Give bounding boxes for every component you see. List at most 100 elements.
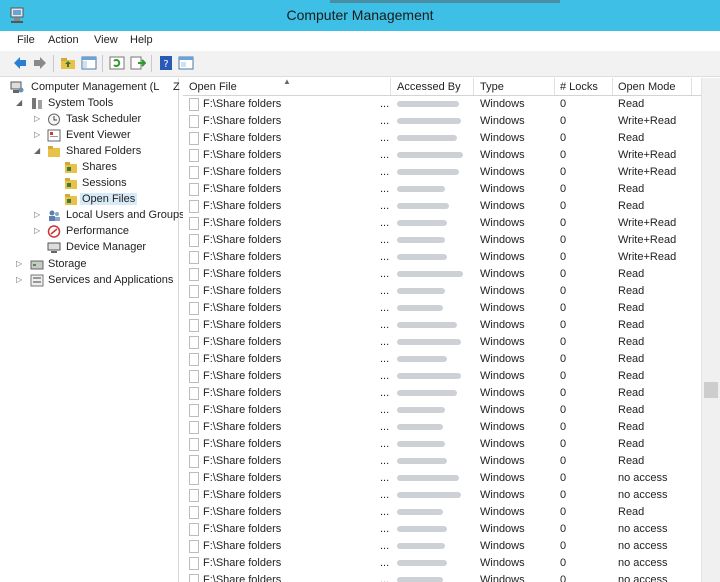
- table-row[interactable]: F:\Share folders... Windows 0 no access: [183, 470, 701, 487]
- back-arrow-icon[interactable]: [12, 55, 28, 71]
- vertical-scrollbar[interactable]: [701, 78, 720, 582]
- menu-file[interactable]: File: [17, 34, 35, 46]
- tree-item-performance[interactable]: ▷ Performance: [8, 224, 178, 240]
- column-divider[interactable]: [390, 78, 391, 95]
- redacted-user: [397, 288, 445, 294]
- column-header-open-mode[interactable]: Open Mode: [618, 81, 675, 93]
- file-icon: [189, 234, 199, 247]
- table-row[interactable]: F:\Share folders... Windows 0 Read: [183, 266, 701, 283]
- table-row[interactable]: F:\Share folders... Windows 0 Read: [183, 436, 701, 453]
- toolbar-separator: [102, 55, 103, 72]
- column-divider[interactable]: [691, 78, 692, 95]
- table-row[interactable]: F:\Share folders... Windows 0 Write+Read: [183, 147, 701, 164]
- table-row[interactable]: F:\Share folders... Windows 0 Read: [183, 317, 701, 334]
- open-file-path: F:\Share folders: [203, 98, 282, 110]
- expanded-arrow-icon[interactable]: ◢: [34, 146, 42, 155]
- table-row[interactable]: F:\Share folders... Windows 0 Read: [183, 351, 701, 368]
- open-file-path: F:\Share folders: [203, 540, 282, 552]
- truncation-ellipsis: ...: [380, 319, 390, 331]
- services-icon: [30, 274, 44, 287]
- table-row[interactable]: F:\Share folders... Windows 0 Write+Read: [183, 164, 701, 181]
- file-icon: [189, 98, 199, 111]
- collapsed-arrow-icon[interactable]: ▷: [34, 130, 42, 139]
- truncation-ellipsis: ...: [380, 166, 390, 178]
- collapsed-arrow-icon[interactable]: ▷: [34, 226, 42, 235]
- menu-action[interactable]: Action: [48, 34, 79, 46]
- table-row[interactable]: F:\Share folders... Windows 0 Read: [183, 334, 701, 351]
- export-list-icon[interactable]: [130, 55, 146, 71]
- table-row[interactable]: F:\Share folders... Windows 0 Read: [183, 130, 701, 147]
- table-row[interactable]: F:\Share folders... Windows 0 Read: [183, 368, 701, 385]
- redacted-user: [397, 169, 459, 175]
- scrollbar-thumb[interactable]: [704, 382, 718, 398]
- tree-item-shares[interactable]: Shares: [8, 160, 178, 176]
- forward-arrow-icon[interactable]: [32, 55, 48, 71]
- tree-item-sessions[interactable]: Sessions: [8, 176, 178, 192]
- truncation-ellipsis: ...: [380, 506, 390, 518]
- up-folder-icon[interactable]: [60, 55, 76, 71]
- table-row[interactable]: F:\Share folders... Windows 0 no access: [183, 555, 701, 572]
- collapsed-arrow-icon[interactable]: ▷: [16, 259, 24, 268]
- table-row[interactable]: F:\Share folders... Windows 0 Read: [183, 198, 701, 215]
- table-row[interactable]: F:\Share folders... Windows 0 Read: [183, 181, 701, 198]
- file-type: Windows: [480, 98, 525, 110]
- file-type: Windows: [480, 506, 525, 518]
- table-row[interactable]: F:\Share folders... Windows 0 Read: [183, 504, 701, 521]
- shares-folder-icon: [65, 162, 77, 173]
- truncation-ellipsis: ...: [380, 574, 390, 582]
- open-mode: no access: [618, 472, 668, 484]
- refresh-icon[interactable]: [109, 55, 125, 71]
- collapsed-arrow-icon[interactable]: ▷: [16, 275, 24, 284]
- redacted-user: [397, 101, 459, 107]
- tree-item-shared-folders[interactable]: ◢ Shared Folders: [8, 144, 178, 160]
- tree-item-event-viewer[interactable]: ▷ Event Viewer: [8, 128, 178, 144]
- table-row[interactable]: F:\Share folders... Windows 0 Read: [183, 385, 701, 402]
- file-type: Windows: [480, 557, 525, 569]
- tree-item-local-users[interactable]: ▷ Local Users and Groups: [8, 208, 185, 224]
- table-row[interactable]: F:\Share folders... Windows 0 no access: [183, 572, 701, 582]
- collapsed-arrow-icon[interactable]: ▷: [34, 210, 42, 219]
- menu-view[interactable]: View: [94, 34, 118, 46]
- svg-text:?: ?: [163, 59, 168, 70]
- table-row[interactable]: F:\Share folders... Windows 0 Read: [183, 300, 701, 317]
- open-file-path: F:\Share folders: [203, 557, 282, 569]
- column-divider[interactable]: [612, 78, 613, 95]
- tree-item-system-tools[interactable]: ◢ System Tools: [8, 96, 178, 112]
- table-row[interactable]: F:\Share folders... Windows 0 Write+Read: [183, 232, 701, 249]
- table-row[interactable]: F:\Share folders... Windows 0 Read: [183, 419, 701, 436]
- column-divider[interactable]: [554, 78, 555, 95]
- collapsed-arrow-icon[interactable]: ▷: [34, 114, 42, 123]
- console-view-icon[interactable]: [178, 55, 194, 71]
- help-icon[interactable]: ?: [158, 55, 174, 71]
- tree-item-device-manager[interactable]: Device Manager: [8, 240, 178, 256]
- column-header-type[interactable]: Type: [480, 81, 504, 93]
- table-row[interactable]: F:\Share folders... Windows 0 Write+Read: [183, 249, 701, 266]
- column-header-open-file[interactable]: Open File: [189, 81, 237, 93]
- redacted-user: [397, 441, 445, 447]
- tree-item-storage[interactable]: ▷ Storage: [8, 257, 178, 273]
- open-mode: Read: [618, 302, 645, 314]
- expanded-arrow-icon[interactable]: ◢: [16, 98, 24, 107]
- column-header-accessed-by[interactable]: Accessed By: [397, 81, 461, 93]
- table-row[interactable]: F:\Share folders... Windows 0 Write+Read: [183, 113, 701, 130]
- column-header-locks[interactable]: # Locks: [560, 81, 598, 93]
- tree-item-open-files[interactable]: Open Files: [8, 192, 178, 208]
- table-row[interactable]: F:\Share folders... Windows 0 Read: [183, 283, 701, 300]
- tree-item-services-applications[interactable]: ▷ Services and Applications: [8, 273, 178, 289]
- table-row[interactable]: F:\Share folders... Windows 0 Read: [183, 453, 701, 470]
- tree-item-task-scheduler[interactable]: ▷ Task Scheduler: [8, 112, 178, 128]
- column-divider[interactable]: [473, 78, 474, 95]
- table-row[interactable]: F:\Share folders... Windows 0 no access: [183, 487, 701, 504]
- file-type: Windows: [480, 132, 525, 144]
- table-row[interactable]: F:\Share folders... Windows 0 Write+Read: [183, 215, 701, 232]
- table-row[interactable]: F:\Share folders... Windows 0 Read: [183, 96, 701, 113]
- table-row[interactable]: F:\Share folders... Windows 0 no access: [183, 538, 701, 555]
- show-hide-tree-icon[interactable]: [81, 55, 97, 71]
- menu-help[interactable]: Help: [130, 34, 153, 46]
- title-bar: Computer Management: [0, 0, 720, 31]
- file-icon: [189, 489, 199, 502]
- table-row[interactable]: F:\Share folders... Windows 0 Read: [183, 402, 701, 419]
- redacted-user: [397, 390, 457, 396]
- table-row[interactable]: F:\Share folders... Windows 0 no access: [183, 521, 701, 538]
- tree-item-computer-management[interactable]: Computer Management (L: [8, 80, 178, 96]
